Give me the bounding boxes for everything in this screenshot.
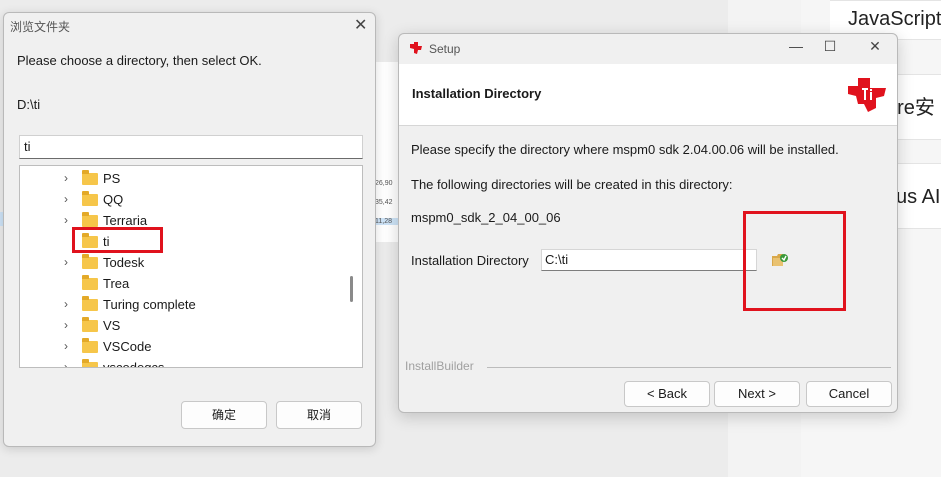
back-button[interactable]: < Back <box>624 381 710 407</box>
highlight-box <box>72 227 163 253</box>
folder-icon <box>82 338 98 353</box>
dialog-prompt: Please choose a directory, then select O… <box>17 53 262 68</box>
folder-icon <box>82 254 98 269</box>
background-value: 11,28 <box>375 218 400 225</box>
chevron-right-icon[interactable]: › <box>64 315 76 336</box>
tree-item[interactable]: › Todesk <box>20 252 340 273</box>
highlight-box <box>743 211 846 311</box>
minimize-icon[interactable]: — <box>786 38 806 54</box>
tree-item[interactable]: › PS <box>20 168 340 189</box>
title-bar[interactable]: Setup — ☐ ✕ <box>399 34 897 64</box>
folder-tree[interactable]: › PS › QQ › Terraria ti › Todesk Trea › … <box>19 165 363 368</box>
folder-icon <box>82 275 98 290</box>
folder-icon <box>82 359 98 367</box>
background-value: 26,90 <box>375 180 393 187</box>
tree-item-selected[interactable]: ti <box>20 231 340 252</box>
chevron-right-icon[interactable]: › <box>64 168 76 189</box>
folder-icon <box>82 212 98 227</box>
maximize-icon[interactable]: ☐ <box>820 38 840 55</box>
tree-item-label: Turing complete <box>103 297 196 312</box>
page-title: Installation Directory <box>412 86 542 101</box>
ti-logo-icon <box>410 42 422 54</box>
window-title: Setup <box>429 42 461 56</box>
tree-item[interactable]: › VS <box>20 315 340 336</box>
setup-dialog: Setup — ☐ ✕ Installation Directory Pleas… <box>398 33 898 413</box>
ok-button[interactable]: 确定 <box>181 401 267 429</box>
description-text: The following directories will be create… <box>411 177 733 192</box>
description-text: Please specify the directory where mspm0… <box>411 142 839 157</box>
cancel-button[interactable]: 取消 <box>276 401 362 429</box>
tree-item-label: Trea <box>103 276 130 291</box>
tree-item[interactable]: › Turing complete <box>20 294 340 315</box>
install-dir-input[interactable]: C:\ti <box>541 249 757 271</box>
tree-item-label: vscodeqcs <box>103 360 165 368</box>
tree-item-label: Todesk <box>103 255 145 270</box>
tree-item-label: VSCode <box>103 339 152 354</box>
tree-item[interactable]: › QQ <box>20 189 340 210</box>
tree-scrollbar[interactable] <box>350 276 353 302</box>
folder-icon <box>82 170 98 185</box>
install-dir-label: Installation Directory <box>411 253 529 268</box>
cancel-button[interactable]: Cancel <box>806 381 892 407</box>
divider <box>487 367 891 368</box>
chevron-right-icon[interactable]: › <box>64 294 76 315</box>
dialog-title: 浏览文件夹 <box>10 20 71 34</box>
folder-icon <box>82 317 98 332</box>
ti-logo-icon <box>848 78 886 112</box>
folder-icon <box>82 296 98 311</box>
chevron-right-icon[interactable]: › <box>64 189 76 210</box>
tree-item[interactable]: › Terraria <box>20 210 340 231</box>
folder-icon <box>82 191 98 206</box>
tree-item[interactable]: Trea <box>20 273 340 294</box>
tree-item[interactable]: › vscodeqcs <box>20 357 340 368</box>
header-panel: Installation Directory <box>399 64 897 126</box>
tree-item-label: VS <box>103 318 121 333</box>
tree-item[interactable]: › VSCode <box>20 336 340 357</box>
chevron-right-icon[interactable]: › <box>64 357 76 367</box>
browse-folder-dialog: 浏览文件夹 ✕ Please choose a directory, then … <box>3 12 376 447</box>
chevron-right-icon[interactable]: › <box>64 336 76 357</box>
background-value: 35,42 <box>375 199 393 206</box>
close-icon[interactable]: ✕ <box>865 38 885 55</box>
current-path: D:\ti <box>17 97 41 112</box>
installbuilder-label: InstallBuilder <box>405 359 474 373</box>
chevron-right-icon[interactable]: › <box>64 252 76 273</box>
close-icon[interactable]: ✕ <box>354 15 367 35</box>
tree-item-label: QQ <box>103 192 124 207</box>
next-button[interactable]: Next > <box>714 381 800 407</box>
folder-name-input[interactable]: ti <box>19 135 363 159</box>
tree-item-label: PS <box>103 171 121 186</box>
directory-name: mspm0_sdk_2_04_00_06 <box>411 210 561 225</box>
